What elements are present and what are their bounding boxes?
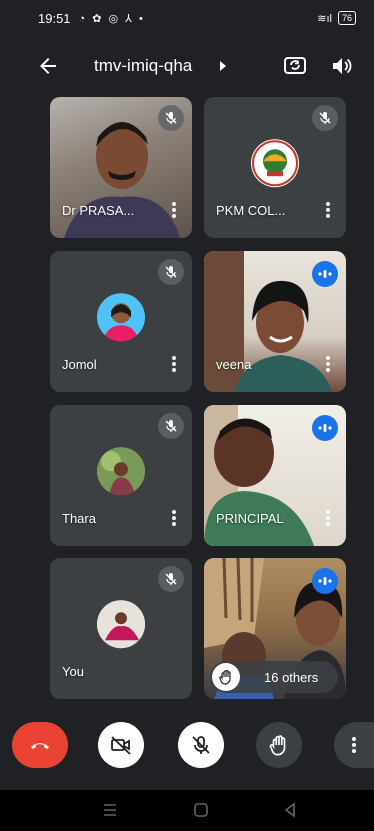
avatar [97,446,145,495]
more-options-button[interactable] [334,722,374,768]
more-vert-icon[interactable] [170,508,178,530]
others-chip[interactable]: 16 others [210,661,338,693]
mic-toggle-button[interactable] [178,722,224,768]
speaker-icon[interactable] [330,54,354,78]
home-icon[interactable] [193,802,209,818]
meeting-header: tmv-imiq-qha [0,46,374,86]
participant-tile[interactable]: Thara [50,405,192,546]
others-count: 16 others [264,669,319,685]
caret-right-icon[interactable] [218,61,228,71]
more-vert-icon[interactable] [324,354,332,376]
avatar [97,292,145,341]
participant-name: You [62,664,84,679]
end-call-button[interactable] [12,722,68,768]
mic-off-icon [158,259,184,285]
call-controls [0,714,374,774]
recent-apps-icon[interactable] [102,802,118,818]
notification-icons: ◔ ✿ ◎ ⅄ • [78,12,145,25]
raise-hand-button[interactable] [256,722,302,768]
battery-indicator: 76 [337,11,356,25]
back-arrow-icon[interactable] [36,54,60,78]
avatar [251,138,299,187]
mic-off-icon [158,566,184,592]
speaking-indicator-icon [312,261,338,287]
status-bar: 19:51 ◔ ✿ ◎ ⅄ • ≋ıl 76 [0,0,374,36]
participant-tile[interactable]: You [50,558,192,699]
more-vert-icon[interactable] [324,508,332,530]
meeting-code[interactable]: tmv-imiq-qha [94,56,192,76]
participant-name: Jomol [62,357,97,372]
wifi-signal-icon: ≋ıl [317,12,332,25]
back-nav-icon[interactable] [282,802,298,818]
participant-name: Thara [62,511,96,526]
more-vert-icon [350,735,358,755]
speaking-indicator-icon [312,568,338,594]
participant-tile[interactable]: PKM COL... [204,97,346,238]
avatar [97,599,145,648]
participant-name: Dr PRASA... [62,203,135,218]
raise-hand-icon [212,663,240,691]
mic-off-icon [312,105,338,131]
speaking-indicator-icon [312,415,338,441]
participant-tile[interactable]: Jomol [50,251,192,392]
participant-name: veena [216,357,252,372]
more-vert-icon[interactable] [170,354,178,376]
participant-name: PRINCIPAL [216,511,284,526]
mic-off-icon [192,736,210,754]
mic-off-icon [158,105,184,131]
more-vert-icon[interactable] [170,200,178,222]
participant-tile[interactable]: Dr PRASA... [50,97,192,238]
participant-tile[interactable]: veena [204,251,346,392]
more-vert-icon[interactable] [324,200,332,222]
participant-name: PKM COL... [216,203,286,218]
participant-tile[interactable]: PRINCIPAL [204,405,346,546]
raise-hand-icon [269,735,286,756]
status-time: 19:51 [38,10,71,26]
mic-off-icon [158,413,184,439]
system-nav-bar [0,790,374,831]
camera-off-icon [111,736,131,755]
camera-toggle-button[interactable] [98,722,144,768]
switch-camera-icon[interactable] [282,52,308,78]
participant-tile[interactable]: 16 others [204,558,346,699]
